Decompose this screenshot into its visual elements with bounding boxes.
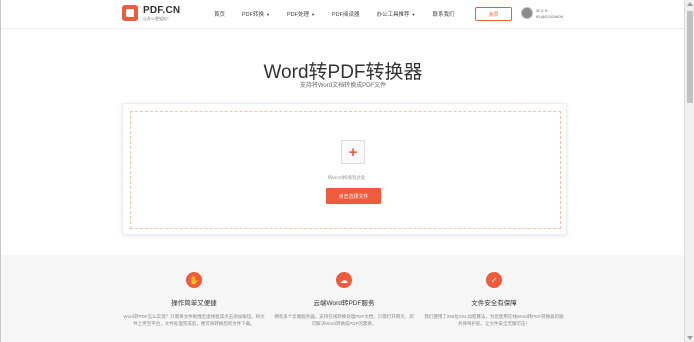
user-info[interactable]: W X H ID:@02429406 (536, 8, 563, 20)
scroll-up-icon[interactable] (687, 2, 693, 6)
vertical-scrollbar[interactable] (684, 0, 694, 342)
scroll-thumb[interactable] (687, 11, 693, 103)
feature-easy: ✋ 操作简单又便捷 Word转PDF怎么实现？只需将文件拖拽至虚线框或点击添加按… (119, 255, 269, 327)
nav-office-tools[interactable]: 办公工具推荐 ▼ (377, 10, 416, 18)
feature-desc: 拥有多个云端服务器，支持在线转换处理PDF文档，只需打开网页，即可解决Word转… (274, 314, 414, 326)
shield-icon: ✓ (486, 272, 502, 288)
select-file-button[interactable]: 点击选择文件 (326, 188, 381, 204)
nav-pdf-convert[interactable]: PDF转换 ▼ (242, 10, 270, 18)
site-logo[interactable]: PDF.CN 让办公更轻松！ (122, 5, 180, 21)
nav-pdf-process[interactable]: PDF处理 ▼ (287, 10, 315, 18)
feature-cloud: ☁ 云端Word转PDF服务 拥有多个云端服务器，支持在线转换处理PDF文档，只… (269, 255, 419, 327)
nav-pdf-reader[interactable]: PDF阅读器 (332, 10, 360, 18)
member-button[interactable]: 会员 (475, 7, 512, 21)
feature-title: 操作简单又便捷 (171, 300, 217, 307)
logo-name: PDF.CN (143, 4, 181, 16)
feature-title: 云端Word转PDF服务 (313, 300, 375, 307)
upload-card: + 将Word拖拽到此处 点击选择文件 (122, 103, 567, 235)
hand-pointer-icon: ✋ (186, 272, 202, 288)
page-subtitle: 支持将Word文档转换成PDF文件 (299, 83, 387, 89)
file-drop-zone[interactable]: + 将Word拖拽到此处 点击选择文件 (130, 111, 561, 229)
chevron-down-icon: ▼ (266, 12, 270, 17)
features-section: ✋ 操作简单又便捷 Word转PDF怎么实现？只需将文件拖拽至虚线框或点击添加按… (1, 255, 684, 342)
page: PDF.CN 让办公更轻松！ 首页 PDF转换 ▼ PDF处理 ▼ PDF阅读器 办… (0, 0, 684, 342)
feature-desc: 我们使用了256位SSL加密算法，为您使用在线Word转PDF转换器的服务保驾护… (424, 314, 564, 326)
avatar[interactable] (521, 7, 533, 19)
nav-home[interactable]: 首页 (214, 10, 225, 18)
feature-security: ✓ 文件安全有保障 我们使用了256位SSL加密算法，为您使用在线Word转PD… (419, 255, 569, 327)
logo-icon (122, 5, 138, 21)
chevron-down-icon: ▼ (311, 12, 315, 17)
feature-desc: Word转PDF怎么实现？只需将文件拖拽至虚线框或点击添加按钮，将文件上传至平台… (123, 314, 265, 326)
main-nav: 首页 PDF转换 ▼ PDF处理 ▼ PDF阅读器 办公工具推荐 ▼ 联系我们 (214, 10, 472, 18)
nav-contact[interactable]: 联系我们 (432, 10, 454, 18)
cloud-icon: ☁ (336, 272, 352, 288)
add-file-icon[interactable]: + (341, 140, 365, 164)
feature-title: 文件安全有保障 (471, 300, 517, 307)
user-id: ID:@02429406 (536, 14, 563, 19)
logo-slogan: 让办公更轻松！ (143, 15, 171, 21)
scroll-down-icon[interactable] (687, 336, 693, 340)
top-header: PDF.CN 让办公更轻松！ 首页 PDF转换 ▼ PDF处理 ▼ PDF阅读器 办… (1, 0, 684, 29)
drop-hint: 将Word拖拽到此处 (327, 175, 366, 180)
chevron-down-icon: ▼ (411, 12, 416, 17)
